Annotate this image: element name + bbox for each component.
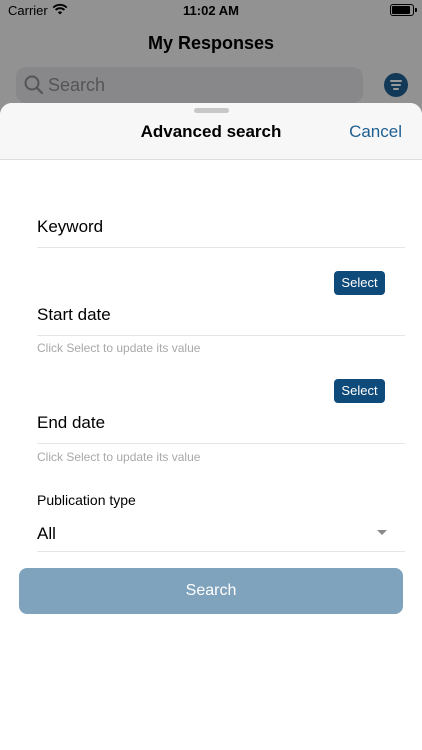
end-date-field[interactable]: End date (37, 405, 405, 444)
publication-type-label: Publication type (37, 492, 136, 508)
end-date-helper: Click Select to update its value (37, 450, 201, 464)
start-date-label: Start date (37, 305, 111, 324)
start-date-select-button[interactable]: Select (334, 271, 385, 295)
start-date-helper: Click Select to update its value (37, 341, 201, 355)
sheet-header: Advanced search Cancel (0, 103, 422, 160)
keyword-field[interactable]: Keyword (37, 209, 405, 248)
end-date-select-button[interactable]: Select (334, 379, 385, 403)
chevron-down-icon (377, 530, 387, 535)
sheet-grabber[interactable] (194, 108, 229, 113)
publication-type-dropdown[interactable]: All (37, 517, 405, 552)
keyword-label: Keyword (37, 217, 104, 236)
search-button[interactable]: Search (19, 568, 403, 614)
advanced-search-sheet: Advanced search Cancel Keyword Select St… (0, 103, 422, 750)
publication-type-value: All (37, 524, 56, 543)
cancel-button[interactable]: Cancel (349, 122, 402, 142)
start-date-field[interactable]: Start date (37, 297, 405, 336)
end-date-label: End date (37, 413, 106, 432)
